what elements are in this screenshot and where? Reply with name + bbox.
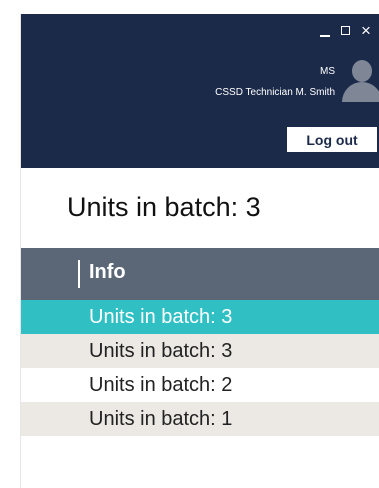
cell-info: Units in batch: 1	[89, 408, 233, 430]
cell-info: Units in batch: 3	[89, 306, 233, 328]
table-row[interactable]: Units in batch: 3	[21, 334, 379, 368]
page-title: Units in batch: 3	[67, 192, 261, 222]
minimize-icon	[320, 35, 330, 37]
logout-button[interactable]: Log out	[286, 126, 378, 153]
column-separator[interactable]	[78, 260, 80, 288]
user-initials: MS	[320, 66, 335, 77]
grid-header: Info	[21, 248, 379, 300]
batch-units-grid: Info Units in batch: 3 Units in batch: 3…	[21, 248, 379, 436]
close-button[interactable]: ×	[358, 20, 379, 42]
maximize-button[interactable]	[336, 20, 358, 42]
user-role-label: CSSD Technician M. Smith	[215, 87, 335, 98]
table-row[interactable]: Units in batch: 3	[21, 300, 379, 334]
table-row[interactable]: Units in batch: 1	[21, 402, 379, 436]
window-controls: ×	[314, 20, 379, 42]
cell-info: Units in batch: 2	[89, 374, 233, 396]
table-row[interactable]: Units in batch: 2	[21, 368, 379, 402]
column-header-info[interactable]: Info	[89, 261, 126, 284]
user-avatar-icon	[340, 56, 379, 102]
maximize-icon	[341, 26, 350, 35]
app-header: × MS CSSD Technician M. Smith Log out	[21, 14, 379, 168]
close-icon: ×	[361, 21, 371, 40]
cell-info: Units in batch: 3	[89, 340, 233, 362]
minimize-button[interactable]	[314, 20, 336, 42]
app-window: × MS CSSD Technician M. Smith Log out Un…	[20, 14, 379, 488]
